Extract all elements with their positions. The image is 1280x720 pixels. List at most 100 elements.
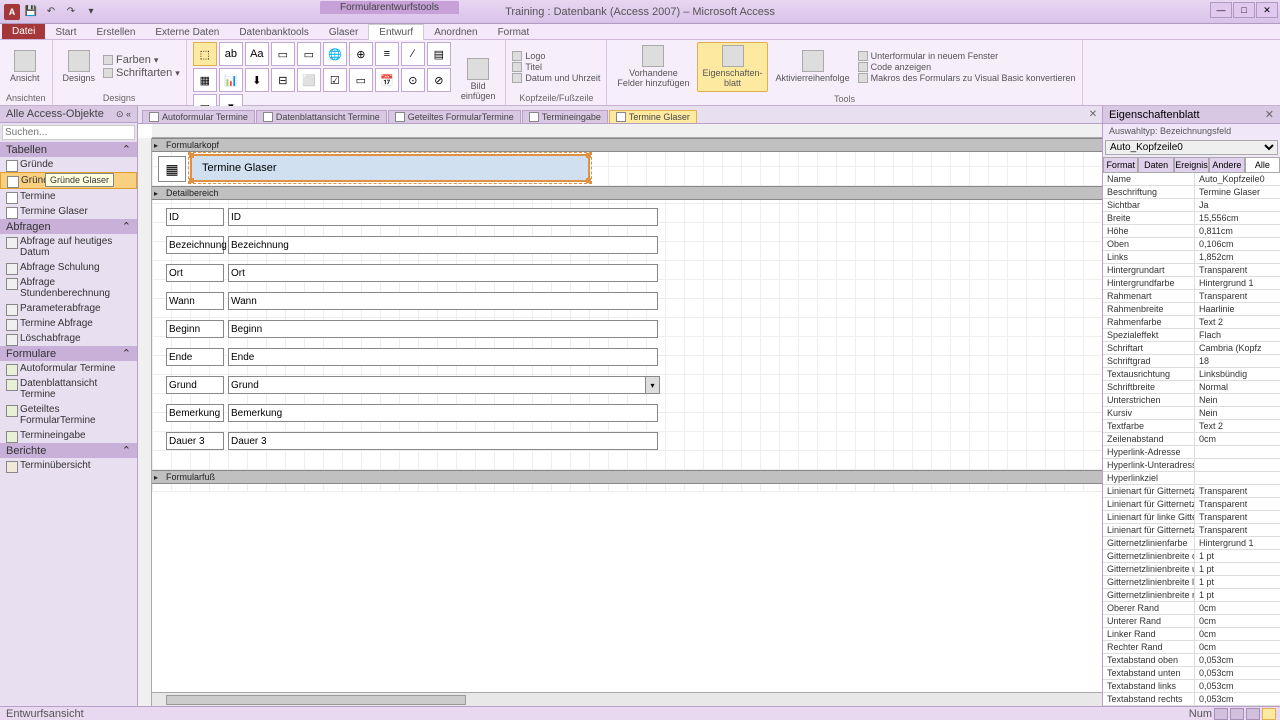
ribbon-tab-glaser[interactable]: Glaser: [319, 25, 368, 40]
horizontal-ruler[interactable]: [152, 124, 1102, 138]
close-document-icon[interactable]: ✕: [1086, 107, 1100, 121]
property-row[interactable]: Schriftgrad18: [1103, 355, 1280, 368]
combobox-dropdown-icon[interactable]: ▾: [645, 377, 659, 393]
nav-item-table[interactable]: Gründe GlaserGründe Glaser: [0, 172, 137, 189]
control-item-6[interactable]: ⊕: [349, 42, 373, 66]
nav-category-tables[interactable]: Tabellen⌃: [0, 142, 137, 157]
property-row[interactable]: Linker Rand0cm: [1103, 628, 1280, 641]
property-tab-format[interactable]: Format: [1103, 157, 1138, 172]
vertical-ruler[interactable]: [138, 138, 152, 706]
control-item-17[interactable]: 📅: [375, 68, 399, 92]
app-icon[interactable]: A: [4, 4, 20, 20]
nav-item-query[interactable]: Abfrage Schulung: [0, 260, 137, 275]
property-row[interactable]: TextausrichtungLinksbündig: [1103, 368, 1280, 381]
property-value[interactable]: Termine Glaser: [1195, 186, 1280, 198]
nav-collapse-icon[interactable]: ⊙ «: [116, 109, 131, 120]
document-tab[interactable]: Termineingabe: [522, 110, 608, 123]
property-row[interactable]: Rechter Rand0cm: [1103, 641, 1280, 654]
section-form-header[interactable]: Formularkopf: [152, 138, 1102, 152]
property-value[interactable]: Transparent: [1195, 264, 1280, 276]
detail-body[interactable]: IDIDBezeichnungBezeichnungOrtOrtWannWann…: [152, 200, 1102, 470]
property-sheet-button[interactable]: Eigenschaften- blatt: [697, 42, 767, 92]
field-control-bezeichnung[interactable]: Bezeichnung: [228, 236, 658, 254]
property-value[interactable]: 0,053cm: [1195, 680, 1280, 692]
property-tab-alle[interactable]: Alle: [1245, 157, 1280, 172]
header-item-datum-und-uhrzeit[interactable]: Datum und Uhrzeit: [512, 73, 600, 83]
header-item-titel[interactable]: Titel: [512, 62, 600, 72]
property-value[interactable]: Nein: [1195, 394, 1280, 406]
control-item-3[interactable]: ▭: [271, 42, 295, 66]
property-row[interactable]: SchriftartCambria (Kopfz: [1103, 342, 1280, 355]
field-label-ende[interactable]: Ende: [166, 348, 224, 366]
property-value[interactable]: Transparent: [1195, 290, 1280, 302]
property-value[interactable]: [1195, 446, 1280, 458]
qat-dropdown-icon[interactable]: ▾: [82, 3, 100, 21]
control-item-7[interactable]: ≡: [375, 42, 399, 66]
themes-button[interactable]: Designs: [59, 48, 100, 86]
header-item-logo[interactable]: Logo: [512, 51, 600, 61]
nav-item-query[interactable]: Abfrage Stundenberechnung: [0, 275, 137, 301]
property-value[interactable]: 0cm: [1195, 433, 1280, 445]
property-row[interactable]: Gitternetzlinienbreite unten1 pt: [1103, 563, 1280, 576]
form-view-button[interactable]: [1214, 708, 1228, 720]
control-item-4[interactable]: ▭: [297, 42, 321, 66]
ribbon-tab-anordnen[interactable]: Anordnen: [424, 25, 487, 40]
field-control-grund[interactable]: Grund▾: [228, 376, 660, 394]
control-item-16[interactable]: ▭: [349, 68, 373, 92]
property-value[interactable]: Auto_Kopfzeile0: [1195, 173, 1280, 185]
property-row[interactable]: RahmenfarbeText 2: [1103, 316, 1280, 329]
property-value[interactable]: Ja: [1195, 199, 1280, 211]
form-design-surface[interactable]: Formularkopf ▦ Termine Glaser Detailbere…: [152, 138, 1102, 692]
property-row[interactable]: Hyperlinkziel: [1103, 472, 1280, 485]
field-control-ende[interactable]: Ende: [228, 348, 658, 366]
property-value[interactable]: [1195, 472, 1280, 484]
property-row[interactable]: RahmenbreiteHaarlinie: [1103, 303, 1280, 316]
field-label-grund[interactable]: Grund: [166, 376, 224, 394]
redo-icon[interactable]: ↷: [62, 3, 80, 21]
control-item-1[interactable]: ab: [219, 42, 243, 66]
file-tab[interactable]: Datei: [2, 24, 45, 39]
field-label-beginn[interactable]: Beginn: [166, 320, 224, 338]
field-control-bemerkung[interactable]: Bemerkung: [228, 404, 658, 422]
nav-item-form[interactable]: Termineingabe: [0, 428, 137, 443]
property-row[interactable]: BeschriftungTermine Glaser: [1103, 186, 1280, 199]
nav-category-queries[interactable]: Abfragen⌃: [0, 219, 137, 234]
ribbon-tab-externe daten[interactable]: Externe Daten: [145, 25, 229, 40]
property-value[interactable]: Cambria (Kopfz: [1195, 342, 1280, 354]
property-row[interactable]: UnterstrichenNein: [1103, 394, 1280, 407]
nav-item-report[interactable]: Terminübersicht: [0, 458, 137, 473]
nav-item-table[interactable]: Gründe: [0, 157, 137, 172]
property-value[interactable]: 0,053cm: [1195, 693, 1280, 705]
ribbon-tab-format[interactable]: Format: [488, 25, 540, 40]
document-tab[interactable]: Autoformular Termine: [142, 110, 255, 123]
nav-item-query[interactable]: Parameterabfrage: [0, 301, 137, 316]
form-footer-body[interactable]: [152, 484, 1102, 492]
property-value[interactable]: Haarlinie: [1195, 303, 1280, 315]
property-row[interactable]: KursivNein: [1103, 407, 1280, 420]
property-row[interactable]: Gitternetzlinienbreite links1 pt: [1103, 576, 1280, 589]
property-row[interactable]: SichtbarJa: [1103, 199, 1280, 212]
property-value[interactable]: 0cm: [1195, 602, 1280, 614]
property-value[interactable]: 18: [1195, 355, 1280, 367]
control-item-11[interactable]: 📊: [219, 68, 243, 92]
property-value[interactable]: 0,053cm: [1195, 667, 1280, 679]
property-row[interactable]: Breite15,556cm: [1103, 212, 1280, 225]
property-row[interactable]: SchriftbreiteNormal: [1103, 381, 1280, 394]
property-value[interactable]: Transparent: [1195, 511, 1280, 523]
property-value[interactable]: Linksbündig: [1195, 368, 1280, 380]
property-value[interactable]: 1,852cm: [1195, 251, 1280, 263]
property-row[interactable]: Textabstand rechts0,053cm: [1103, 693, 1280, 706]
field-control-beginn[interactable]: Beginn: [228, 320, 658, 338]
nav-item-form[interactable]: Datenblattansicht Termine: [0, 376, 137, 402]
control-item-14[interactable]: ⬜: [297, 68, 321, 92]
field-label-ort[interactable]: Ort: [166, 264, 224, 282]
nav-category-forms[interactable]: Formulare⌃: [0, 346, 137, 361]
property-row[interactable]: Linienart für linke GitternetzlinTranspa…: [1103, 511, 1280, 524]
property-row[interactable]: Hyperlink-Adresse: [1103, 446, 1280, 459]
ribbon-tab-erstellen[interactable]: Erstellen: [86, 25, 145, 40]
property-row[interactable]: SpezialeffektFlach: [1103, 329, 1280, 342]
property-row[interactable]: Linienart für Gitternetzlinien reTranspa…: [1103, 524, 1280, 537]
document-tab[interactable]: Geteiltes FormularTermine: [388, 110, 521, 123]
nav-item-query[interactable]: Termine Abfrage: [0, 316, 137, 331]
tools-item[interactable]: Makros des Formulars zu Visual Basic kon…: [858, 73, 1076, 83]
